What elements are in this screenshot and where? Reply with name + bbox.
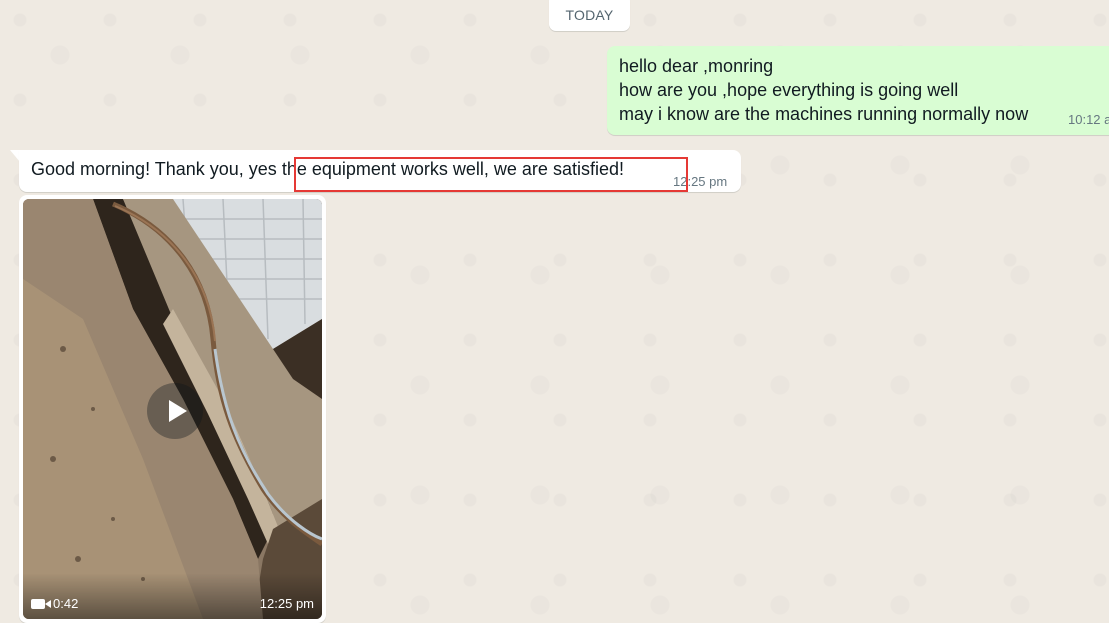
play-button[interactable] <box>147 383 203 439</box>
message-text-highlighted: the equipment works well, we are satisfi… <box>281 159 624 179</box>
incoming-message-bubble[interactable]: Good morning! Thank you, yes the equipme… <box>19 150 741 192</box>
date-divider-label: TODAY <box>565 7 614 23</box>
video-thumbnail[interactable]: 0:42 12:25 pm <box>23 199 322 619</box>
message-text: Good morning! Thank you, yes <box>31 159 282 179</box>
video-duration-label: 0:42 <box>53 596 79 611</box>
video-message[interactable]: 0:42 12:25 pm <box>19 195 326 623</box>
video-camera-icon <box>31 598 51 609</box>
message-timestamp: 10:12 a <box>1068 112 1109 127</box>
video-duration: 0:42 <box>31 596 78 611</box>
video-timestamp: 12:25 pm <box>259 596 314 611</box>
outgoing-message-bubble[interactable]: hello dear ,monring how are you ,hope ev… <box>607 46 1109 135</box>
message-line: how are you ,hope everything is going we… <box>619 80 959 100</box>
date-divider: TODAY <box>549 0 630 31</box>
play-icon <box>168 400 187 422</box>
message-timestamp: 12:25 pm <box>673 174 728 189</box>
message-line: hello dear ,monring <box>619 56 774 76</box>
message-line: may i know are the machines running norm… <box>619 104 1029 124</box>
